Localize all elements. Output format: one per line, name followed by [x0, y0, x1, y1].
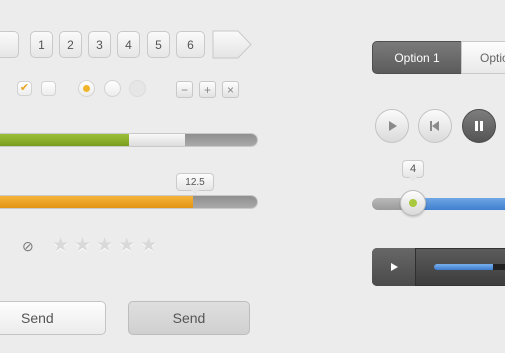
radio-unselected[interactable] [104, 80, 121, 97]
checkbox-checked[interactable]: ✔ [17, 81, 32, 96]
checkbox-unchecked[interactable] [41, 81, 56, 96]
progress-value-label: 12.5 [176, 173, 214, 195]
slider-fill [414, 198, 505, 210]
pagination-page-6[interactable]: 6 [176, 31, 205, 58]
play-button[interactable] [375, 109, 409, 143]
progress-fill [0, 196, 194, 208]
segment-option-1[interactable]: Option 1 [372, 41, 462, 74]
star-icon[interactable]: ★ [52, 236, 69, 255]
play-icon [389, 121, 397, 131]
minus-icon[interactable]: − [176, 81, 193, 98]
pagination-page-3[interactable]: 3 [88, 31, 111, 58]
pause-icon [475, 121, 483, 131]
player-progress-fill [434, 264, 494, 270]
progress-bar-green [0, 133, 258, 147]
pagination-page-4[interactable]: 4 [117, 31, 140, 58]
rewind-icon [430, 121, 439, 131]
slider-handle[interactable] [400, 190, 426, 216]
pagination-page-2[interactable]: 2 [59, 31, 82, 58]
star-icon[interactable]: ★ [74, 236, 91, 255]
slider-track[interactable] [372, 198, 505, 210]
radio-selected[interactable] [78, 80, 95, 97]
pagination-next-button[interactable] [212, 30, 252, 59]
player-progress-track[interactable] [434, 264, 505, 270]
star-icon[interactable]: ★ [140, 236, 157, 255]
rating-clear-icon[interactable]: ⊘ [22, 238, 34, 255]
pagination-page-1[interactable]: 1 [30, 31, 53, 58]
pagination-prev-button[interactable] [0, 31, 19, 58]
slider-value-label: 4 [402, 160, 424, 182]
send-button[interactable]: Send [0, 301, 106, 335]
progress-bar-orange [0, 195, 258, 209]
progress-buffer [129, 134, 186, 146]
star-rating[interactable]: ★ ★ ★ ★ ★ [52, 236, 157, 255]
player-play-button[interactable] [372, 248, 416, 286]
play-icon [390, 263, 398, 271]
plus-icon[interactable]: + [199, 81, 216, 98]
segment-option-2[interactable]: Option [461, 41, 505, 74]
radio-disabled[interactable] [129, 80, 146, 97]
star-icon[interactable]: ★ [96, 236, 113, 255]
star-icon[interactable]: ★ [118, 236, 135, 255]
progress-fill [0, 134, 130, 146]
close-icon[interactable]: × [222, 81, 239, 98]
pause-button[interactable] [462, 109, 496, 143]
previous-button[interactable] [418, 109, 452, 143]
send-button-pressed[interactable]: Send [128, 301, 250, 335]
pagination-page-5[interactable]: 5 [147, 31, 170, 58]
